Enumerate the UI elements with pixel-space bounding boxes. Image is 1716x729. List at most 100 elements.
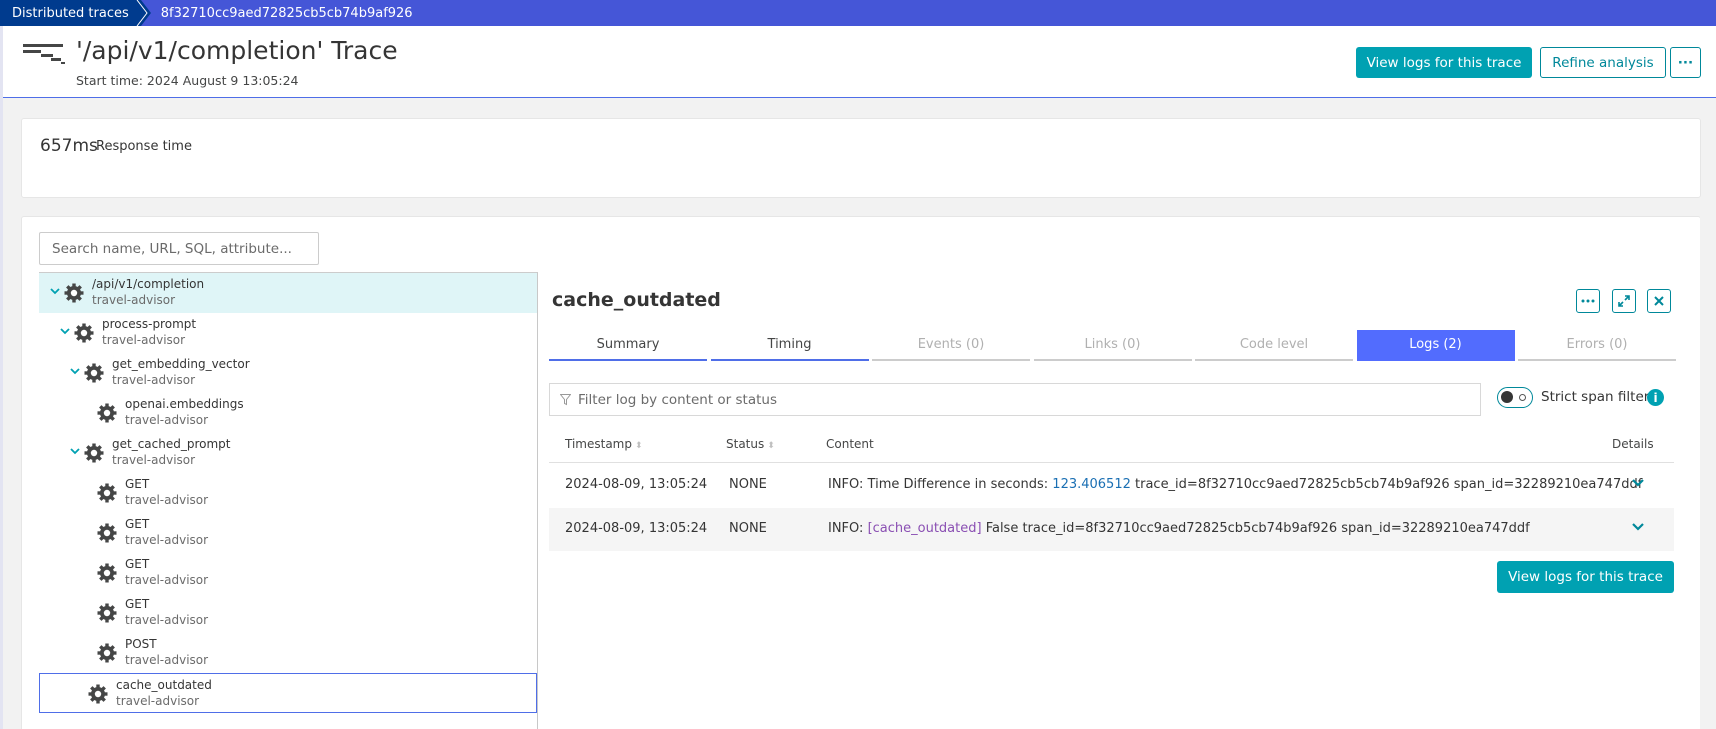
span-service: travel-advisor [102,333,186,347]
close-button[interactable] [1647,289,1671,313]
span-tree-row[interactable]: GET travel-advisor [39,473,537,513]
log-content-suffix: False trace_id=8f32710cc9aed72825cb5cb74… [981,521,1530,536]
span-name: POST [125,637,157,651]
expand-details-chevron-icon[interactable] [1631,522,1645,532]
tab-timing[interactable]: Timing [710,330,869,361]
tab-code-level[interactable]: Code level [1195,330,1353,361]
span-tree-row[interactable]: GET travel-advisor [39,553,537,593]
span-service: travel-advisor [112,373,196,387]
expand-details-chevron-icon[interactable] [1631,478,1645,488]
detail-more-button[interactable] [1576,289,1600,313]
log-content-suffix: trace_id=8f32710cc9aed72825cb5cb74b9af92… [1130,477,1643,492]
service-gear-icon [84,363,104,383]
span-service: travel-advisor [125,573,209,587]
more-options-button[interactable]: ··· [1670,47,1701,78]
span-search-input[interactable] [39,232,319,265]
span-tree-row[interactable]: /api/v1/completion travel-advisor [39,273,537,313]
expand-icon [1618,295,1630,307]
span-service: travel-advisor [125,533,209,547]
span-name: GET [125,597,150,611]
log-content-prefix: INFO: [828,521,868,536]
span-service: travel-advisor [116,694,200,708]
chevron-down-icon[interactable] [59,326,71,336]
left-edge [0,26,3,729]
log-row[interactable]: 2024-08-09, 13:05:24 NONE INFO: Time Diffe… [549,464,1674,507]
span-name: GET [125,557,150,571]
response-time-label: Response time [96,139,192,154]
filter-icon [560,394,571,406]
span-name: cache_outdated [116,678,212,692]
span-name: get_cached_prompt [112,437,231,451]
service-gear-icon [97,523,117,543]
view-logs-button[interactable]: View logs for this trace [1356,47,1532,78]
waterfall-icon [23,44,65,64]
column-details: Details [1612,437,1654,451]
strict-span-filter-label: Strict span filter [1541,389,1650,405]
log-content: INFO: Time Difference in seconds: 123.40… [828,477,1642,492]
log-filter-input[interactable] [578,384,1458,415]
span-service: travel-advisor [125,493,209,507]
span-service: travel-advisor [125,413,209,427]
service-gear-icon [97,483,117,503]
info-icon[interactable]: i [1647,389,1664,406]
span-tree: /api/v1/completion travel-advisor process-… [39,272,538,729]
chevron-down-icon[interactable] [69,446,81,456]
span-tree-row[interactable]: process-prompt travel-advisor [39,313,537,353]
span-tree-row[interactable]: cache_outdated travel-advisor [39,673,537,713]
service-gear-icon [97,643,117,663]
tab-links[interactable]: Links (0) [1033,330,1192,361]
column-timestamp[interactable]: Timestamp ⬍ [565,437,643,451]
sort-icon: ⬍ [767,441,775,451]
column-status-label: Status [726,437,765,451]
log-status: NONE [729,477,767,492]
log-content-highlight: 123.406512 [1052,477,1131,492]
breadcrumb-separator-icon [136,0,148,26]
chevron-down-icon[interactable] [69,366,81,376]
span-service: travel-advisor [125,613,209,627]
span-service: travel-advisor [112,453,196,467]
column-status[interactable]: Status ⬍ [726,437,775,451]
strict-span-filter-toggle[interactable] [1497,387,1533,408]
tab-errors[interactable]: Errors (0) [1518,330,1676,361]
span-name: openai.embeddings [125,397,244,411]
breadcrumb-trace-id: 8f32710cc9aed72825cb5cb74b9af926 [160,5,413,21]
tab-logs[interactable]: Logs (2) [1356,330,1515,361]
service-gear-icon [97,403,117,423]
span-name: /api/v1/completion [92,277,205,291]
response-time-value: 657ms [40,136,98,156]
span-tree-row[interactable]: openai.embeddings travel-advisor [39,393,537,433]
tab-events[interactable]: Events (0) [872,330,1030,361]
span-tree-row[interactable]: GET travel-advisor [39,593,537,633]
log-row[interactable]: 2024-08-09, 13:05:24 NONE INFO: [cache_out… [549,508,1674,551]
span-name: GET [125,517,150,531]
page-title: '/api/v1/completion' Trace [76,36,398,65]
log-content: INFO: [cache_outdated] False trace_id=8f… [828,521,1530,536]
span-detail-title: cache_outdated [552,289,721,311]
column-timestamp-label: Timestamp [565,437,632,451]
tab-summary[interactable]: Summary [549,330,707,361]
view-logs-bottom-button[interactable]: View logs for this trace [1497,561,1674,593]
span-tree-row[interactable]: GET travel-advisor [39,513,537,553]
close-icon [1654,296,1664,306]
log-filter[interactable] [549,383,1481,416]
toggle-off-indicator [1519,394,1526,401]
refine-analysis-button[interactable]: Refine analysis [1540,47,1666,78]
service-gear-icon [97,563,117,583]
column-content: Content [826,437,874,451]
log-timestamp: 2024-08-09, 13:05:24 [565,477,708,492]
span-tree-row[interactable]: get_embedding_vector travel-advisor [39,353,537,393]
span-name: get_embedding_vector [112,357,250,371]
span-name: GET [125,477,150,491]
span-tree-row[interactable]: POST travel-advisor [39,633,537,673]
service-gear-icon [97,603,117,623]
chevron-down-icon[interactable] [49,286,61,296]
page-header: '/api/v1/completion' Trace Start time: 2… [3,26,1716,98]
span-tree-row[interactable]: get_cached_prompt travel-advisor [39,433,537,473]
span-service: travel-advisor [125,653,209,667]
log-status: NONE [729,521,767,536]
span-name: process-prompt [102,317,197,331]
breadcrumb-bar: Distributed traces 8f32710cc9aed72825cb5… [0,0,1716,26]
expand-button[interactable] [1612,289,1636,313]
log-timestamp: 2024-08-09, 13:05:24 [565,521,708,536]
breadcrumb-distributed-traces[interactable]: Distributed traces [0,0,151,26]
